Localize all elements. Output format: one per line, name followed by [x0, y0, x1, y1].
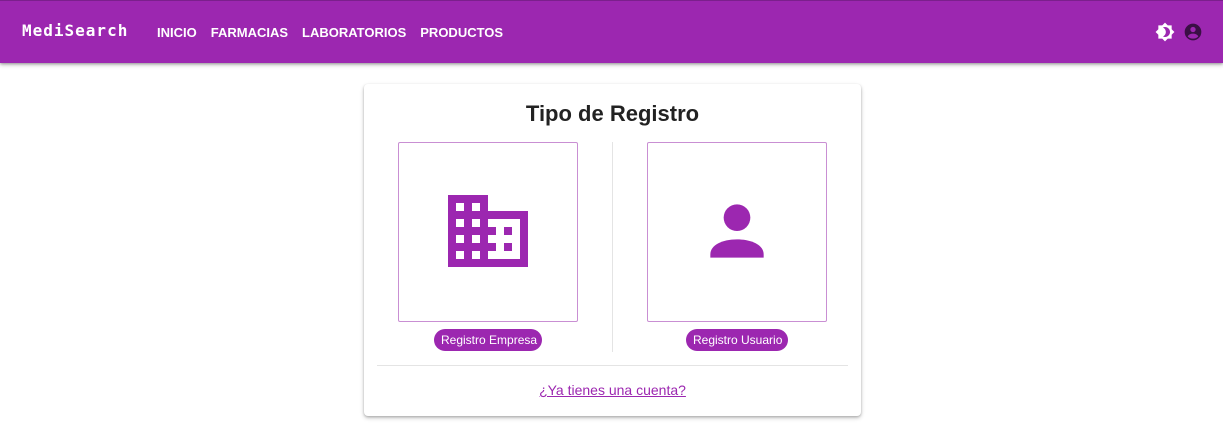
login-link[interactable]: ¿Ya tienes una cuenta? [539, 382, 686, 398]
account-circle-icon[interactable] [1183, 22, 1203, 42]
card-divider [377, 365, 848, 366]
nav-link-inicio[interactable]: INICIO [150, 25, 204, 40]
registro-empresa-button[interactable]: Registro Empresa [434, 329, 542, 351]
app-brand[interactable]: MediSearch [22, 21, 128, 40]
nav-link-laboratorios[interactable]: LABORATORIOS [295, 25, 413, 40]
nav-link-productos[interactable]: PRODUCTOS [413, 25, 510, 40]
registro-empresa-option[interactable] [398, 142, 578, 322]
options-divider [612, 142, 613, 352]
registro-usuario-button[interactable]: Registro Usuario [686, 329, 788, 351]
building-icon [448, 195, 528, 267]
main-nav: INICIO FARMACIAS LABORATORIOS PRODUCTOS [150, 1, 510, 64]
login-link-container: ¿Ya tienes una cuenta? [364, 382, 861, 398]
person-icon [710, 204, 764, 258]
navbar-actions [1155, 22, 1203, 42]
nav-link-farmacias[interactable]: FARMACIAS [204, 25, 295, 40]
top-navbar: MediSearch INICIO FARMACIAS LABORATORIOS… [0, 0, 1223, 63]
page-title: Tipo de Registro [525, 101, 700, 126]
registro-card: Tipo de Registro Registro Empresa Regist… [364, 84, 861, 416]
registro-usuario-option[interactable] [647, 142, 827, 322]
brightness-icon[interactable] [1155, 22, 1175, 42]
